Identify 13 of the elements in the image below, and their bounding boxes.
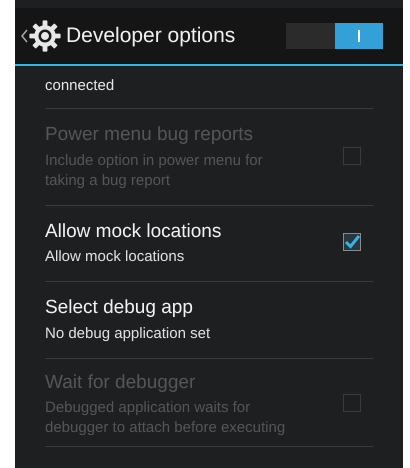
gear-icon [28, 19, 62, 53]
setting-row[interactable]: Allow mock locations Allow mock locations [45, 206, 373, 282]
master-switch[interactable] [286, 23, 383, 49]
setting-summary: Allow mock locations [45, 247, 186, 267]
setting-title: Allow mock locations [45, 220, 222, 244]
back-caret-icon[interactable] [20, 29, 28, 43]
setting-summary: connected [45, 77, 114, 94]
setting-row[interactable]: Select debug app No debug application set [45, 282, 373, 358]
setting-title: Select debug app [45, 296, 194, 320]
checkmark-icon [344, 234, 360, 250]
setting-summary: No debug application set [45, 324, 212, 344]
screen-title: Developer options [66, 23, 236, 50]
checkbox[interactable] [343, 233, 361, 252]
